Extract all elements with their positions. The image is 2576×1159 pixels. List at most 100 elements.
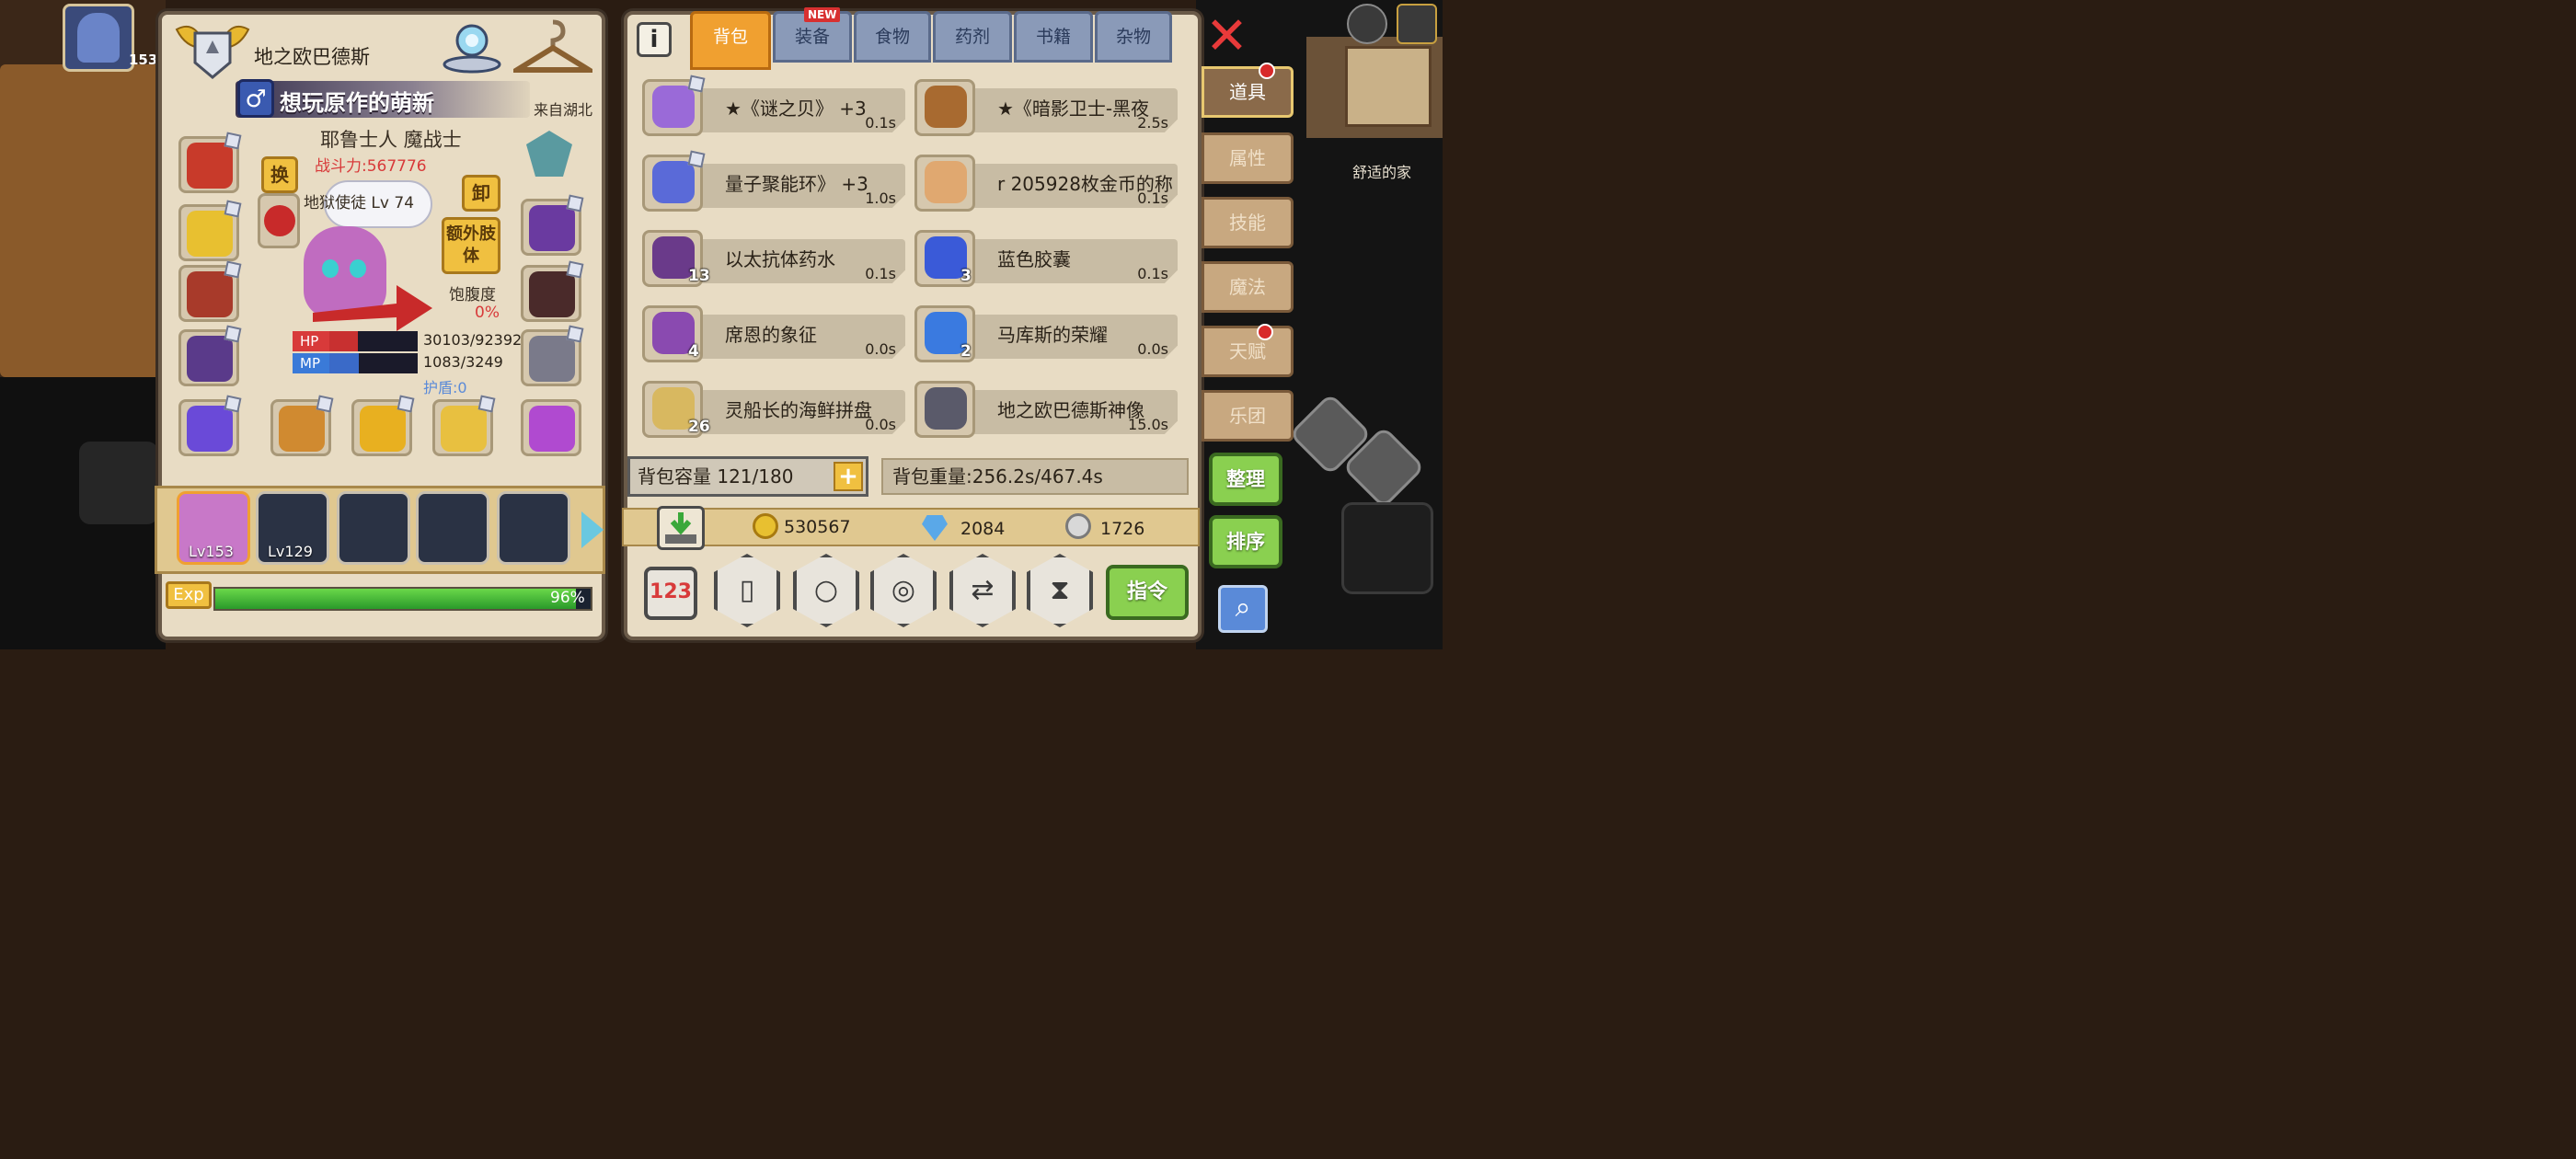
chest-armor-icon [925,86,967,128]
team-member-slot[interactable]: Lv129 [256,491,329,565]
origin-text: 来自湖北 [534,101,593,119]
dpad-left-icon[interactable] [79,442,158,524]
team-member-slot[interactable] [337,491,410,565]
diamond-amount: 2084 [960,519,1006,539]
card-icon [925,161,967,203]
inventory-item[interactable]: 4 席恩的象征 0.0s [642,305,909,362]
inventory-item[interactable]: 13 以太抗体药水 0.1s [642,230,909,287]
equip-slot-head[interactable] [178,132,242,193]
tab-food[interactable]: 食物 [854,11,931,63]
avatar-portrait [77,13,120,63]
inventory-item[interactable]: r 205928枚金币的称 0.1s [914,155,1181,212]
weapon-slot-staff[interactable] [351,395,415,456]
equip-slot-ring[interactable] [178,395,242,456]
equip-slot-gloves[interactable] [521,194,584,256]
equip-slot-amulet[interactable] [178,200,242,261]
bow-skill-icon[interactable] [1341,502,1433,594]
notification-dot [1257,324,1273,340]
download-save-icon[interactable] [657,506,705,550]
crown-ring-icon [187,406,233,452]
inventory-item[interactable]: 3 蓝色胶囊 0.1s [914,230,1181,287]
bind-tag-icon [566,260,584,279]
inventory-item[interactable]: 26 灵船长的海鲜拼盘 0.0s [642,381,909,438]
shell-icon [652,86,695,128]
male-gender-icon: ♂ [237,79,274,118]
item-count: 13 [688,267,710,285]
team-member-level: Lv153 [189,543,234,560]
pet-eye-left [322,259,339,278]
inventory-item[interactable]: 量子聚能环》 +3 1.0s [642,150,909,212]
bind-tag-icon [566,194,584,212]
hp-label: HP [293,331,329,351]
equip-slot-belt[interactable] [521,260,584,322]
equip-slot-accessory[interactable] [178,260,242,322]
crystal-pedestal-icon[interactable] [442,18,502,74]
bind-tag-icon [687,150,706,168]
search-icon[interactable]: ⌕ [1218,585,1268,633]
equip-slot-armor[interactable] [178,325,242,386]
pet-equip-slot[interactable] [258,193,300,248]
inventory-item[interactable]: ★《谜之贝》 +3 0.1s [642,75,909,136]
command-button[interactable]: 指令 [1106,565,1189,620]
weapon-slot-spear[interactable] [270,395,334,456]
silver-amount: 1726 [1100,519,1145,539]
bind-tag-icon [316,395,334,413]
item-weight: 0.0s [865,416,896,433]
unequip-button[interactable]: 卸 [462,175,500,212]
item-weight: 15.0s [1128,416,1168,433]
paw-icon [264,205,295,236]
quantity-counter-button[interactable]: 123 [644,567,697,620]
team-member-slot[interactable] [416,491,489,565]
inventory-item[interactable]: 2 马库斯的荣耀 0.0s [914,305,1181,362]
item-slot [914,381,975,438]
team-member-slot[interactable]: Lv153 [177,491,250,565]
tab-potions[interactable]: 药剂 [933,11,1012,63]
arrange-button[interactable]: 整理 [1209,453,1282,506]
inventory-item[interactable]: ★《暗影卫士-黑夜 2.5s [914,79,1181,136]
info-icon[interactable]: i [637,22,672,57]
close-icon[interactable]: ✕ [1205,11,1248,63]
team-next-arrow-icon[interactable] [581,511,604,548]
item-slot [914,155,975,212]
item-slot [642,150,706,212]
extra-limb-button[interactable]: 额外肢体 [442,217,500,274]
side-tab-talents[interactable]: 天赋 [1202,326,1294,377]
weapon-slot-bow[interactable] [432,395,496,456]
tab-misc[interactable]: 杂物 [1095,11,1172,63]
scene-room-floor [0,64,166,377]
gold-amount: 530567 [784,517,851,537]
golden-bow-icon [441,406,487,452]
sort-button[interactable]: 排序 [1209,515,1282,568]
backpack-capacity: 背包容量 121/180 [627,456,868,497]
item-count: 26 [688,418,710,436]
side-tab-band[interactable]: 乐团 [1202,390,1294,442]
expand-capacity-button[interactable]: + [834,462,863,491]
team-member-slot[interactable] [497,491,570,565]
equip-slot-shield[interactable] [521,127,581,184]
minimap-room[interactable] [1345,46,1432,127]
player-title: 想玩原作的萌新 [280,90,434,116]
inventory-item[interactable]: 地之欧巴德斯神像 15.0s [914,381,1181,438]
equip-slot-boots[interactable] [521,325,584,386]
tab-books[interactable]: 书籍 [1014,11,1093,63]
dark-belt-icon [529,271,575,317]
side-tab-skills[interactable]: 技能 [1202,197,1294,248]
purple-armor-icon [187,336,233,382]
side-tab-items[interactable]: 道具 [1202,66,1294,118]
item-weight: 0.1s [865,265,896,282]
exchange-icon: ⇄ [971,574,995,606]
wardrobe-hanger-icon[interactable] [507,18,599,74]
exit-icon[interactable] [1397,4,1437,44]
tab-backpack[interactable]: 背包 [690,11,771,70]
settings-icon[interactable] [1347,4,1387,44]
side-tab-magic[interactable]: 魔法 [1202,261,1294,313]
magnify-icon: ○ [813,574,839,606]
equip-slot-ring-2[interactable] [521,399,581,456]
statue-icon [925,387,967,430]
rank-badge-icon [175,20,250,79]
side-tab-attributes[interactable]: 属性 [1202,132,1294,184]
swap-pet-button[interactable]: 换 [261,156,298,193]
item-weight: 0.0s [1137,340,1168,358]
item-weight: 1.0s [865,189,896,207]
hp-value: 30103/92392 [423,331,523,349]
